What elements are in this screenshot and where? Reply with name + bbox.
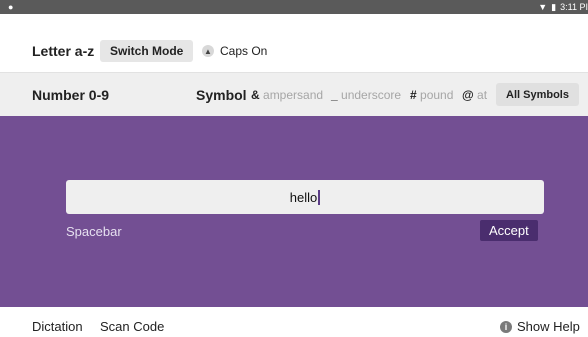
battery-icon: ▮ [551, 2, 557, 12]
all-symbols-button[interactable]: All Symbols [496, 83, 579, 106]
text-input[interactable]: hello [66, 180, 544, 214]
dictation-button[interactable]: Dictation [32, 319, 83, 334]
wifi-icon: ▼ [538, 2, 548, 12]
symbol-name: underscore [341, 88, 402, 102]
caps-label: Caps On [220, 44, 268, 58]
symbol-name: ampersand [263, 88, 324, 102]
symbol-name: at [477, 88, 488, 102]
status-time: 3:11 PI [560, 2, 588, 12]
symbol-pound[interactable]: # pound [410, 88, 453, 102]
show-help-label: Show Help [517, 319, 580, 334]
letter-label[interactable]: Letter a-z [32, 43, 94, 59]
caps-button[interactable]: ▲ Caps On [196, 40, 278, 62]
symbol-label: Symbol [196, 87, 247, 103]
letter-row: Letter a-z Switch Mode ▲ Caps On [0, 14, 588, 72]
symbol-char: & [251, 88, 260, 102]
footer-row: Dictation Scan Code i Show Help [0, 307, 588, 337]
caps-lock-icon: ▲ [202, 45, 214, 57]
show-help-button[interactable]: i Show Help [500, 319, 580, 334]
symbol-char: _ [331, 88, 338, 102]
number-label[interactable]: Number 0-9 [32, 87, 109, 103]
text-caret [318, 189, 321, 205]
input-panel: hello Spacebar Accept [0, 116, 588, 307]
number-symbol-row: Number 0-9 Symbol & ampersand _ undersco… [0, 72, 588, 117]
info-icon: i [500, 320, 512, 333]
accept-button[interactable]: Accept [480, 220, 538, 241]
symbol-at[interactable]: @ at [462, 88, 487, 102]
spacebar-button[interactable]: Spacebar [66, 224, 122, 239]
scan-code-button[interactable]: Scan Code [100, 319, 164, 334]
symbol-char: # [410, 88, 417, 102]
status-bar: ● ▼ ▮ 3:11 PI [0, 0, 588, 14]
switch-mode-button[interactable]: Switch Mode [100, 40, 194, 62]
symbol-char: @ [462, 88, 474, 102]
symbol-name: pound [420, 88, 454, 102]
symbol-underscore[interactable]: _ underscore [331, 88, 401, 102]
text-input-value: hello [289, 189, 318, 205]
android-icon: ● [8, 2, 14, 12]
status-icons: ▼ ▮ 3:11 PI [538, 1, 588, 13]
symbol-ampersand[interactable]: & ampersand [251, 88, 323, 102]
